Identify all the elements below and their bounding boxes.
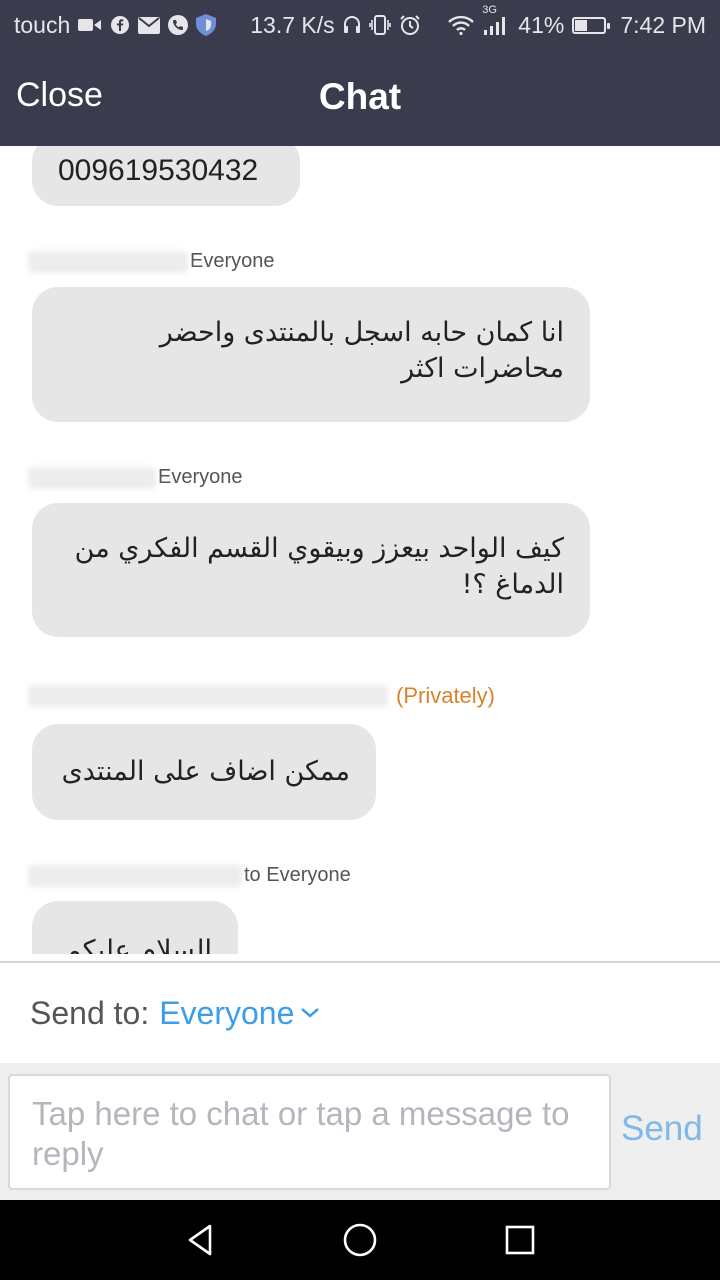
message-sender: Everyone — [28, 466, 243, 489]
chevron-down-icon[interactable] — [300, 1007, 320, 1019]
send-button[interactable]: Send — [621, 1109, 703, 1149]
network-speed: 13.7 K/s — [250, 11, 335, 38]
message-sender: Everyone — [28, 250, 275, 273]
battery-icon — [572, 16, 611, 34]
signal-icon: 3G — [482, 4, 510, 36]
vibrate-icon — [368, 14, 391, 36]
message-bubble[interactable]: كيف الواحد بيعزز وبيقوي القسم الفكري من … — [32, 503, 590, 637]
private-tag: (Privately) — [396, 683, 496, 708]
network-type: 3G — [482, 4, 497, 16]
back-icon[interactable] — [178, 1218, 222, 1262]
mail-icon — [138, 16, 161, 34]
status-bar: touch 13.7 K/s 3G 41% 7:42 PM — [0, 0, 720, 50]
message-bubble[interactable]: ممكن اضاف على المنتدى — [32, 724, 376, 820]
recents-icon[interactable] — [498, 1218, 542, 1262]
send-to-dropdown[interactable]: Everyone — [159, 995, 294, 1032]
headset-icon — [343, 15, 361, 35]
send-to-label: Send to: — [30, 994, 150, 1031]
message-text: السلام عليكم — [64, 935, 212, 954]
redacted-sender-name — [28, 466, 156, 489]
clock: 7:42 PM — [620, 11, 706, 38]
message-bubble[interactable]: السلام عليكم — [32, 901, 238, 954]
message-text: كيف الواحد بيعزز وبيقوي القسم الفكري من … — [74, 533, 564, 600]
shield-icon — [196, 14, 217, 36]
message-bubble[interactable]: 009619530432 — [32, 146, 300, 206]
redacted-sender-name — [28, 685, 388, 707]
alarm-icon — [399, 14, 421, 36]
composer: Tap here to chat or tap a message to rep… — [0, 1063, 720, 1200]
facebook-icon — [110, 15, 130, 35]
phone-icon — [168, 15, 189, 35]
message-text: ممكن اضاف على المنتدى — [61, 756, 350, 787]
video-call-icon — [78, 17, 102, 33]
battery-percent: 41% — [518, 11, 565, 38]
message-sender: (Privately) — [28, 683, 495, 709]
message-sender: to Everyone — [28, 864, 351, 887]
message-text: 009619530432 — [58, 154, 259, 187]
message-recipient: Everyone — [158, 466, 243, 488]
message-bubble[interactable]: انا كمان حابه اسجل بالمنتدى واحضر محاضرا… — [32, 287, 590, 422]
message-text: انا كمان حابه اسجل بالمنتدى واحضر محاضرا… — [159, 317, 564, 384]
send-to-bar: Send to: Everyone — [0, 963, 720, 1063]
chat-header: Close Chat — [0, 50, 720, 146]
message-recipient: Everyone — [190, 250, 275, 272]
chat-input[interactable]: Tap here to chat or tap a message to rep… — [8, 1074, 611, 1190]
wifi-icon — [448, 15, 475, 35]
message-list[interactable]: 009619530432 Everyone انا كمان حابه اسجل… — [0, 146, 720, 954]
zoom-chat-screen: touch 13.7 K/s 3G 41% 7:42 PM Close Chat… — [0, 0, 720, 1280]
navigation-bar — [0, 1200, 720, 1280]
redacted-sender-name — [28, 864, 242, 887]
redacted-sender-name — [28, 250, 188, 273]
home-icon[interactable] — [338, 1218, 382, 1262]
page-title: Chat — [318, 76, 402, 117]
carrier-label: touch — [14, 11, 71, 38]
message-recipient: to Everyone — [244, 864, 351, 886]
